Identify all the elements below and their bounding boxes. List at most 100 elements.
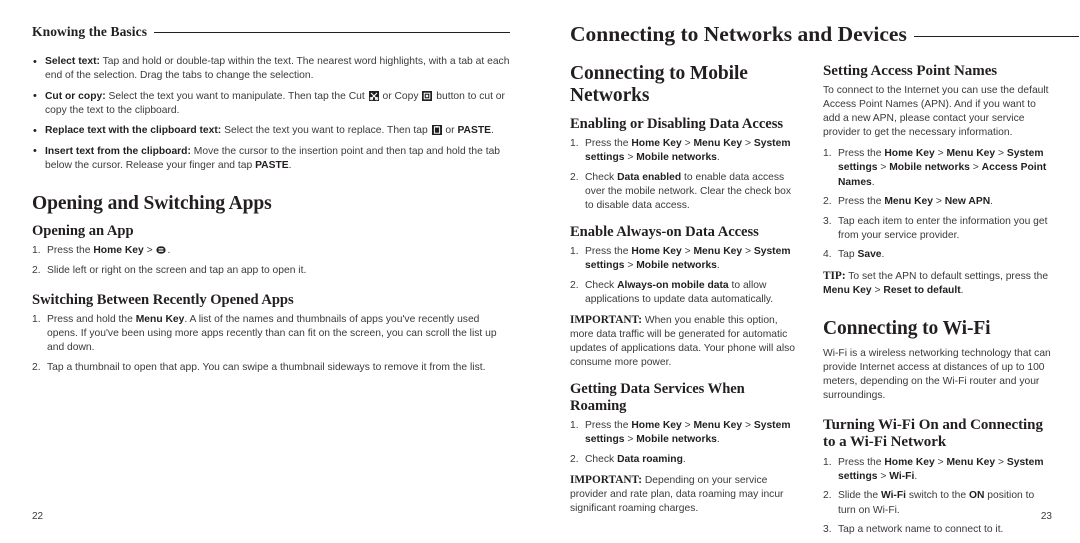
step-separator: > bbox=[934, 148, 947, 160]
step-text-a: Slide the bbox=[838, 490, 881, 502]
tip-note-apn-reset: TIP: To set the APN to default settings,… bbox=[823, 269, 1054, 298]
step-text-a: Press the bbox=[838, 148, 885, 160]
tip-key-menu: Menu Key bbox=[823, 284, 872, 296]
section-title-connecting-mobile-networks: Connecting to Mobile Networks bbox=[570, 63, 748, 107]
list-item-cut-or-copy: Cut or copy: Select the text you want to… bbox=[32, 89, 510, 118]
section-title-opening-switching-apps: Opening and Switching Apps bbox=[32, 193, 272, 215]
cut-icon bbox=[368, 90, 379, 101]
step-separator: > bbox=[871, 284, 884, 296]
bullet-bold-paste-2: PASTE bbox=[255, 160, 289, 172]
step-key-mobile-networks: Mobile networks bbox=[636, 152, 717, 164]
step-key-home: Home Key bbox=[884, 456, 935, 468]
steps-enabling-disabling-data-access: Press the Home Key > Menu Key > System s… bbox=[570, 137, 801, 213]
step-text-b: . bbox=[716, 152, 720, 164]
step-text: Slide left or right on the screen and ta… bbox=[47, 264, 307, 276]
book-spread: Knowing the Basics Select text: Tap and … bbox=[0, 0, 1080, 539]
step-separator: > bbox=[995, 456, 1007, 468]
step-text-a: Press the bbox=[838, 456, 885, 468]
step-separator: > bbox=[681, 137, 694, 149]
running-head-right-rule bbox=[913, 36, 1079, 37]
step-text-a: Press the bbox=[838, 196, 885, 208]
page-right: Connecting to Networks and Devices Conne… bbox=[540, 0, 1080, 539]
step-key-menu: Menu Key bbox=[693, 245, 743, 257]
step-key-home: Home Key bbox=[631, 245, 682, 257]
step-text-b: . bbox=[682, 453, 686, 465]
step-text-b: . bbox=[914, 470, 918, 482]
step-key-menu: Menu Key bbox=[135, 313, 185, 325]
bullet-body-insert-text-2: . bbox=[288, 160, 292, 172]
running-head-left: Knowing the Basics bbox=[32, 24, 510, 40]
step-separator: > bbox=[624, 434, 637, 446]
bullet-body-replace-text-1: Select the text you want to replace. The… bbox=[221, 125, 431, 137]
subsection-title-opening-an-app: Opening an App bbox=[32, 223, 134, 240]
list-item-replace-text: Replace text with the clipboard text: Se… bbox=[32, 124, 510, 139]
step-key-mobile-networks: Mobile networks bbox=[636, 259, 717, 271]
step-separator: > bbox=[624, 152, 637, 164]
steps-opening-an-app: Press the Home Key > . Slide left or rig… bbox=[32, 244, 510, 278]
step-text-mid: switch to the bbox=[906, 490, 969, 502]
step-item: Tap a network name to connect to it. bbox=[823, 523, 1054, 537]
step-key-data-enabled: Data enabled bbox=[617, 171, 682, 183]
running-head-left-title: Knowing the Basics bbox=[32, 24, 148, 39]
running-head-right-title: Connecting to Networks and Devices bbox=[570, 22, 907, 46]
steps-switching-recent-apps: Press and hold the Menu Key. A list of t… bbox=[32, 313, 510, 375]
step-key-mobile-networks: Mobile networks bbox=[636, 434, 717, 446]
page-number-right: 23 bbox=[1040, 511, 1052, 522]
step-key-menu: Menu Key bbox=[693, 137, 743, 149]
step-text-a: Press the bbox=[585, 137, 632, 149]
running-head-left-rule bbox=[154, 32, 510, 33]
step-text-b: . bbox=[716, 259, 720, 271]
step-text-a: Press the bbox=[585, 419, 632, 431]
subsection-title-turning-wifi-on: Turning Wi-Fi On and Connecting to a Wi-… bbox=[823, 416, 1043, 451]
tip-text-tail: . bbox=[960, 284, 964, 296]
bullet-body-cut-or-copy-2: or Copy bbox=[379, 90, 422, 102]
column-apn-and-wifi: Setting Access Point Names To connect to… bbox=[823, 63, 1054, 543]
step-item: Slide left or right on the screen and ta… bbox=[32, 264, 510, 278]
step-text: Tap a network name to connect to it. bbox=[838, 524, 1004, 536]
steps-always-on-data-access: Press the Home Key > Menu Key > System s… bbox=[570, 245, 801, 307]
step-item: Press the Menu Key > New APN. bbox=[823, 195, 1054, 209]
app-drawer-icon bbox=[156, 245, 167, 255]
step-text-a: Press the bbox=[585, 245, 632, 257]
step-text-a: Press the bbox=[47, 245, 94, 257]
subsection-title-getting-data-services-roaming: Getting Data Services When Roaming bbox=[570, 381, 745, 415]
step-text-b: . bbox=[167, 245, 171, 257]
bullet-term-insert-text: Insert text from the clipboard: bbox=[45, 145, 191, 157]
step-key-home: Home Key bbox=[631, 137, 682, 149]
step-text: Tap a thumbnail to open that app. You ca… bbox=[47, 361, 486, 373]
step-key-mobile-networks: Mobile networks bbox=[889, 162, 970, 174]
copy-icon bbox=[422, 90, 433, 101]
text-editing-bullet-list: Select text: Tap and hold or double-tap … bbox=[32, 54, 510, 173]
two-column-body: Connecting to Mobile Networks Enabling o… bbox=[570, 63, 1054, 543]
section-title-connecting-to-wifi: Connecting to Wi-Fi bbox=[823, 317, 991, 339]
note-label: TIP: bbox=[823, 269, 846, 282]
step-key-menu: Menu Key bbox=[693, 419, 743, 431]
list-item-select-text: Select text: Tap and hold or double-tap … bbox=[32, 54, 510, 83]
column-mobile-networks: Connecting to Mobile Networks Enabling o… bbox=[570, 63, 801, 543]
step-separator: > bbox=[995, 148, 1007, 160]
step-separator: > bbox=[877, 162, 890, 174]
page-number-left: 22 bbox=[32, 511, 44, 522]
step-item: Press the Home Key > Menu Key > System s… bbox=[823, 147, 1054, 189]
important-note-always-on: IMPORTANT: When you enable this option, … bbox=[570, 313, 801, 370]
step-text-a: Tap bbox=[838, 249, 858, 261]
bullet-body-replace-text-3: . bbox=[491, 125, 494, 137]
step-separator: > bbox=[877, 470, 890, 482]
step-key-on: ON bbox=[968, 490, 985, 502]
step-text-a: Check bbox=[585, 453, 618, 465]
step-text-a: Check bbox=[585, 279, 618, 291]
step-separator: > bbox=[681, 245, 694, 257]
step-key-home: Home Key bbox=[93, 245, 144, 257]
step-item: Press and hold the Menu Key. A list of t… bbox=[32, 313, 510, 355]
step-separator: > bbox=[933, 196, 945, 208]
note-label: IMPORTANT: bbox=[570, 473, 642, 486]
step-item: Press the Home Key > Menu Key > System s… bbox=[570, 245, 801, 273]
step-text-b: . bbox=[990, 196, 994, 208]
step-separator: > bbox=[742, 137, 754, 149]
bullet-term-cut-or-copy: Cut or copy: bbox=[45, 90, 106, 102]
subsection-title-setting-access-point-names: Setting Access Point Names bbox=[823, 63, 998, 79]
bullet-term-replace-text: Replace text with the clipboard text: bbox=[45, 125, 222, 137]
step-separator: > bbox=[143, 245, 156, 257]
step-separator: > bbox=[742, 245, 754, 257]
steps-turning-wifi-on: Press the Home Key > Menu Key > System s… bbox=[823, 456, 1054, 538]
